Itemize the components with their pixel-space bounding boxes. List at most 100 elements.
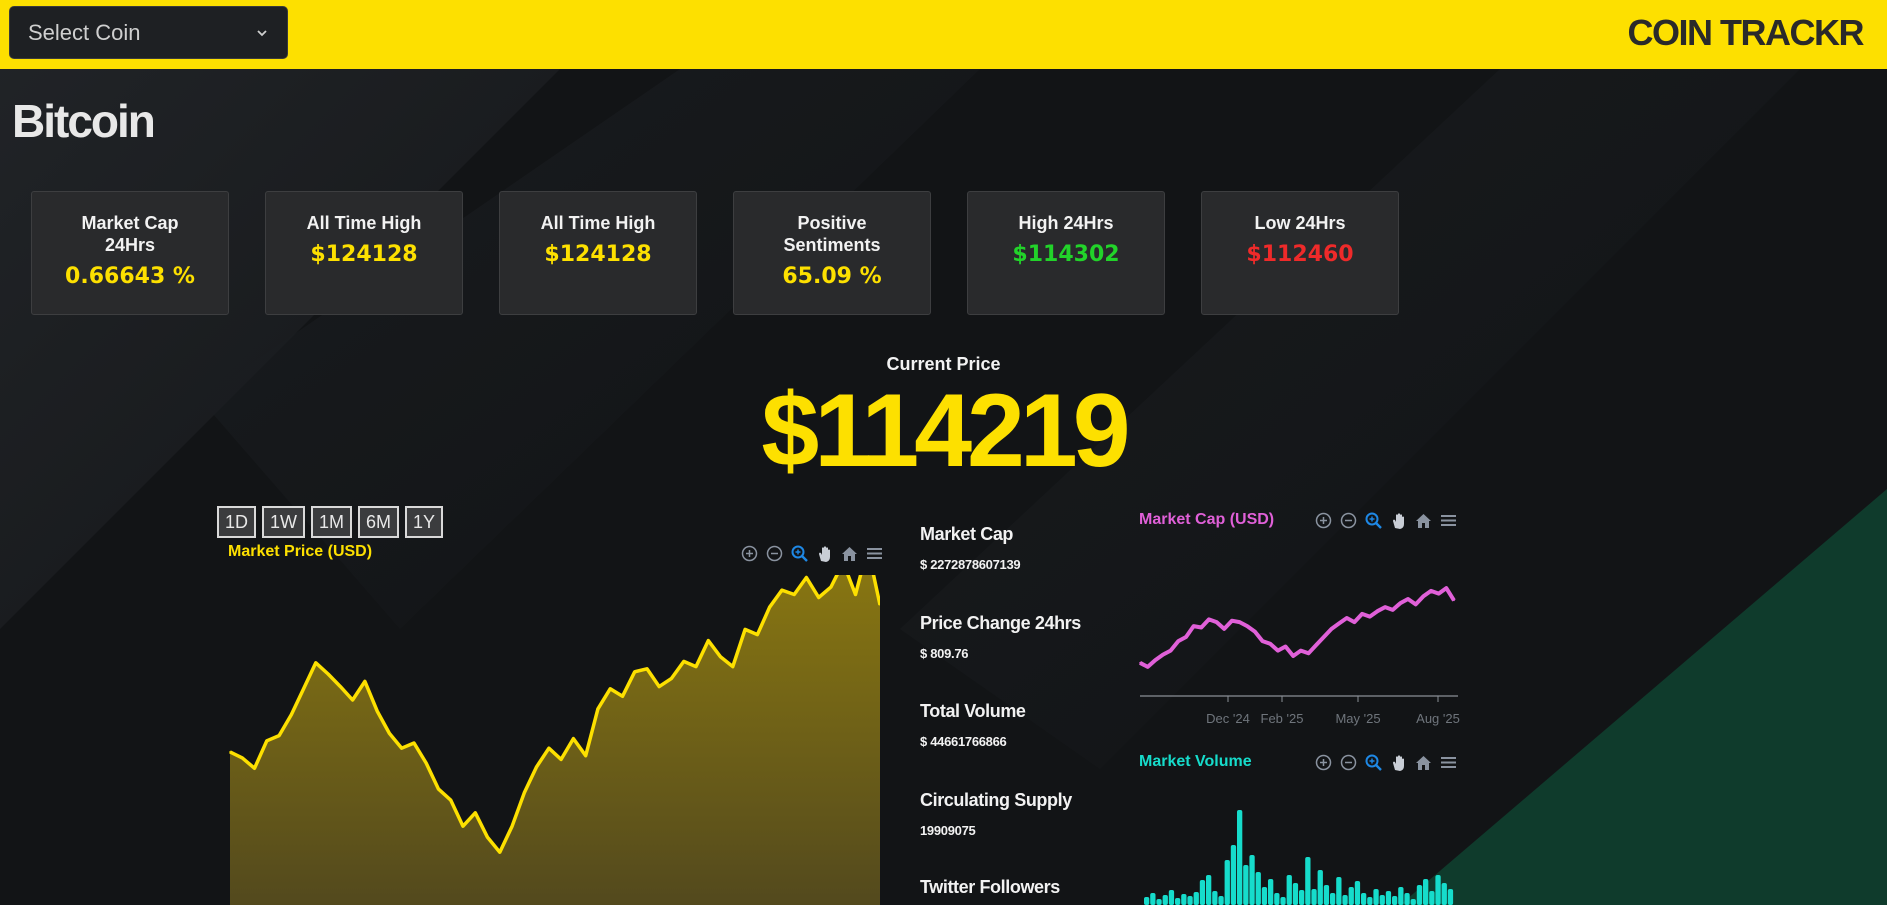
zoom-out-icon[interactable] [1339, 753, 1358, 772]
zoom-select-icon[interactable] [1364, 511, 1383, 530]
price-point [400, 747, 403, 750]
price-point [670, 677, 673, 680]
coin-select-value: Select Coin [28, 19, 141, 45]
price-point [376, 710, 378, 712]
pan-hand-icon[interactable] [1389, 753, 1408, 772]
stat-label: Positive Sentiments [783, 213, 881, 255]
price-point [854, 593, 857, 596]
price-point [633, 670, 636, 673]
zoom-out-icon[interactable] [1339, 511, 1358, 530]
volume-bar [1237, 810, 1243, 905]
stat-value: $124128 [544, 242, 652, 267]
volume-bar [1330, 893, 1336, 905]
price-point [817, 596, 820, 599]
volume-bar [1249, 855, 1255, 905]
volume-bar [1398, 887, 1404, 905]
market-cap-point [1430, 590, 1432, 592]
volume-bar [1423, 879, 1429, 905]
zoom-select-icon[interactable] [790, 544, 809, 563]
market-cap-point [1269, 642, 1271, 645]
market-cap-point [1146, 666, 1149, 668]
market-cap-point [1368, 615, 1371, 618]
pan-hand-icon[interactable] [815, 544, 834, 563]
price-point [707, 639, 710, 642]
home-reset-icon[interactable] [840, 544, 859, 563]
price-point [364, 680, 366, 683]
range-6m-button[interactable]: 6M [358, 506, 400, 538]
market-cap-point [1292, 655, 1294, 657]
stat-label: Low 24Hrs [1254, 213, 1346, 233]
metric-market-cap: Market Cap $ 2272878607139 [920, 524, 1021, 572]
market-cap-point [1200, 626, 1203, 629]
menu-icon[interactable] [1439, 511, 1458, 530]
price-point [621, 695, 624, 698]
market-cap-point [1323, 636, 1325, 638]
home-reset-icon[interactable] [1414, 753, 1433, 772]
price-point [793, 593, 795, 596]
volume-chart[interactable] [1132, 795, 1472, 905]
zoom-out-icon[interactable] [765, 544, 784, 563]
volume-bar [1379, 895, 1385, 905]
market-cap-point [1246, 625, 1249, 627]
price-point [290, 714, 293, 716]
zoom-in-icon[interactable] [1314, 511, 1333, 530]
stat-value: $124128 [310, 242, 418, 267]
market-cap-point [1192, 625, 1195, 627]
range-1d-button[interactable]: 1D [217, 506, 257, 538]
stat-value: 65.09 % [782, 264, 882, 289]
price-point [830, 586, 832, 588]
menu-icon[interactable] [865, 544, 884, 563]
price-point [462, 825, 464, 827]
market-cap-point [1330, 628, 1333, 630]
volume-bar [1144, 897, 1150, 905]
volume-bar [1212, 891, 1218, 905]
current-price-value: $114219 [761, 373, 1130, 489]
price-chart[interactable] [220, 575, 880, 905]
metric-circulating-supply: Circulating Supply 19909075 [920, 790, 1072, 838]
volume-bar [1274, 893, 1280, 905]
market-cap-point [1261, 640, 1264, 642]
metric-value: $ 44661766866 [920, 734, 1007, 749]
volume-bar [1156, 899, 1162, 905]
range-1w-button[interactable]: 1W [262, 506, 306, 538]
volume-chart-toolbar [1314, 753, 1458, 772]
volume-bar [1305, 857, 1311, 905]
price-chart-title: Market Price (USD) [228, 543, 373, 560]
price-point [351, 699, 354, 701]
price-point [781, 589, 783, 591]
volume-bar [1193, 892, 1199, 905]
volume-bar [1286, 875, 1292, 905]
market-cap-point [1254, 630, 1256, 633]
zoom-in-icon[interactable] [1314, 753, 1333, 772]
zoom-in-icon[interactable] [740, 544, 759, 563]
volume-bar [1243, 865, 1249, 905]
market-cap-point [1215, 621, 1218, 623]
stat-value: $114302 [1012, 242, 1120, 267]
market-cap-chart[interactable]: Dec '24 Feb '25 May '25 Aug '25 [1132, 570, 1472, 730]
price-point [425, 762, 428, 764]
volume-bar [1311, 889, 1317, 905]
market-cap-series-line [1139, 586, 1456, 669]
price-point [486, 836, 489, 839]
market-cap-point [1407, 598, 1409, 600]
range-1y-button[interactable]: 1Y [405, 506, 444, 538]
price-point [339, 685, 342, 688]
price-point [646, 667, 648, 670]
zoom-select-icon[interactable] [1364, 753, 1383, 772]
market-cap-point [1169, 649, 1172, 652]
market-cap-point [1338, 622, 1340, 625]
pan-hand-icon[interactable] [1389, 511, 1408, 530]
volume-bar [1416, 885, 1423, 905]
price-point [413, 742, 415, 744]
menu-icon[interactable] [1439, 753, 1458, 772]
home-reset-icon[interactable] [1414, 511, 1433, 530]
price-point [695, 665, 697, 668]
coin-select[interactable]: Select Coin [9, 6, 288, 59]
market-cap-point [1223, 628, 1226, 630]
market-cap-point [1384, 606, 1386, 608]
stat-label: All Time High [540, 213, 656, 233]
price-point [437, 788, 440, 790]
range-1m-button[interactable]: 1M [311, 506, 353, 538]
market-cap-point [1445, 587, 1448, 589]
volume-bar [1181, 894, 1187, 905]
